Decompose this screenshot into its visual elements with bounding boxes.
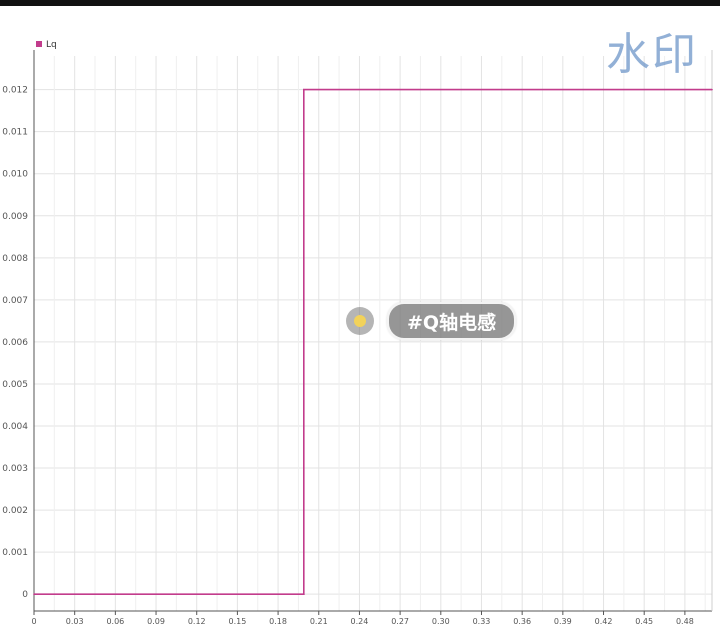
legend-label: Lq xyxy=(46,40,57,50)
y-tick-label: 0.006 xyxy=(2,338,28,348)
x-tick-label: 0.15 xyxy=(228,617,246,625)
x-tick-label: 0.42 xyxy=(595,617,613,625)
y-tick-label: 0.012 xyxy=(2,86,28,96)
y-tick-label: 0.003 xyxy=(2,464,28,474)
x-tick-label: 0.39 xyxy=(554,617,572,625)
tag-dot-icon[interactable] xyxy=(346,307,374,335)
tag-label[interactable]: #Q轴电感 xyxy=(387,302,517,340)
x-tick-label: 0.33 xyxy=(473,617,491,625)
chart-legend: Lq xyxy=(36,40,57,50)
watermark-text: 水印 xyxy=(606,29,698,80)
x-tick-label: 0.03 xyxy=(66,617,84,625)
y-tick-label: 0.007 xyxy=(2,296,28,306)
y-tick-label: 0.001 xyxy=(2,548,28,558)
y-tick-label: 0.004 xyxy=(2,422,28,432)
series-point xyxy=(33,593,35,595)
x-tick-label: 0 xyxy=(31,617,36,625)
y-axis-ticks: 0 0.001 0.002 0.003 0.004 0.005 0.006 0.007 0.00… xyxy=(2,86,28,601)
x-tick-label: 0.09 xyxy=(147,617,165,625)
x-tick-label: 0.36 xyxy=(513,617,531,625)
y-tick-label: 0.011 xyxy=(2,128,28,138)
x-tick-label: 0.24 xyxy=(351,617,369,625)
legend-swatch xyxy=(36,41,42,47)
y-tick-label: 0.008 xyxy=(2,254,28,264)
x-axis-ticks: 0 0.03 0.06 0.09 0.12 0.15 0.18 0.21 0.24 0.27 0.3… xyxy=(31,611,694,625)
x-tick-label: 0.48 xyxy=(676,617,694,625)
x-tick-label: 0.06 xyxy=(106,617,124,625)
y-tick-label: 0.010 xyxy=(2,170,28,180)
x-tick-label: 0.27 xyxy=(391,617,409,625)
tag-dot-center xyxy=(354,315,366,327)
y-tick-label: 0.009 xyxy=(2,212,28,222)
series-point xyxy=(711,88,713,91)
x-tick-label: 0.12 xyxy=(188,617,206,625)
series-point xyxy=(303,593,305,595)
y-tick-label: 0.005 xyxy=(2,380,28,390)
x-tick-label: 0.30 xyxy=(432,617,450,625)
x-tick-label: 0.18 xyxy=(269,617,287,625)
tag-overlay[interactable]: #Q轴电感 xyxy=(346,302,517,340)
y-tick-label: 0 xyxy=(22,590,28,600)
series-point xyxy=(303,88,305,91)
x-tick-label: 0.45 xyxy=(635,617,653,625)
y-tick-label: 0.002 xyxy=(2,506,28,516)
x-tick-label: 0.21 xyxy=(310,617,328,625)
